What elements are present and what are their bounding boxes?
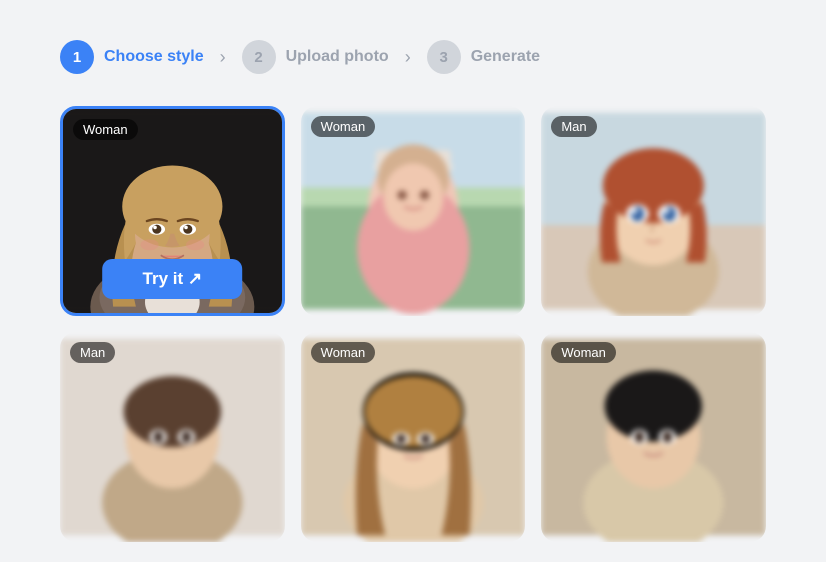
step-3-label: Generate — [471, 48, 540, 66]
step-1-circle: 1 — [60, 40, 94, 74]
stepper: 1 Choose style › 2 Upload photo › 3 Gene… — [60, 40, 766, 74]
step-3-number: 3 — [440, 49, 448, 66]
step-3-circle: 3 — [427, 40, 461, 74]
step-2-circle: 2 — [242, 40, 276, 74]
woman3-svg — [301, 332, 526, 542]
card-4-badge: Man — [70, 342, 115, 363]
card-6-badge: Woman — [551, 342, 616, 363]
page: 1 Choose style › 2 Upload photo › 3 Gene… — [0, 0, 826, 562]
woman-golfer-svg — [301, 106, 526, 316]
style-card-woman-4[interactable]: Woman — [541, 332, 766, 542]
man-anime-svg — [541, 106, 766, 316]
man2-svg — [60, 332, 285, 542]
step-2-label: Upload photo — [286, 48, 389, 66]
step-arrow-2: › — [405, 47, 411, 68]
style-card-man-anime[interactable]: Man — [541, 106, 766, 316]
woman4-svg — [541, 332, 766, 542]
style-card-woman-golfer[interactable]: Woman — [301, 106, 526, 316]
card-3-badge: Man — [551, 116, 596, 137]
try-it-button[interactable]: Try it ↗ — [103, 259, 243, 299]
step-1-label: Choose style — [104, 48, 204, 66]
step-arrow-1: › — [220, 47, 226, 68]
card-1-badge: Woman — [73, 119, 138, 140]
style-grid: Woman Try it ↗ — [60, 106, 766, 542]
step-2: 2 Upload photo — [242, 40, 389, 74]
step-1: 1 Choose style — [60, 40, 204, 74]
card-2-badge: Woman — [311, 116, 376, 137]
step-3: 3 Generate — [427, 40, 540, 74]
step-1-number: 1 — [73, 49, 81, 66]
card-5-badge: Woman — [311, 342, 376, 363]
style-card-woman-professional[interactable]: Woman Try it ↗ — [60, 106, 285, 316]
style-card-man-2[interactable]: Man — [60, 332, 285, 542]
style-card-woman-3[interactable]: Woman — [301, 332, 526, 542]
step-2-number: 2 — [254, 49, 262, 66]
